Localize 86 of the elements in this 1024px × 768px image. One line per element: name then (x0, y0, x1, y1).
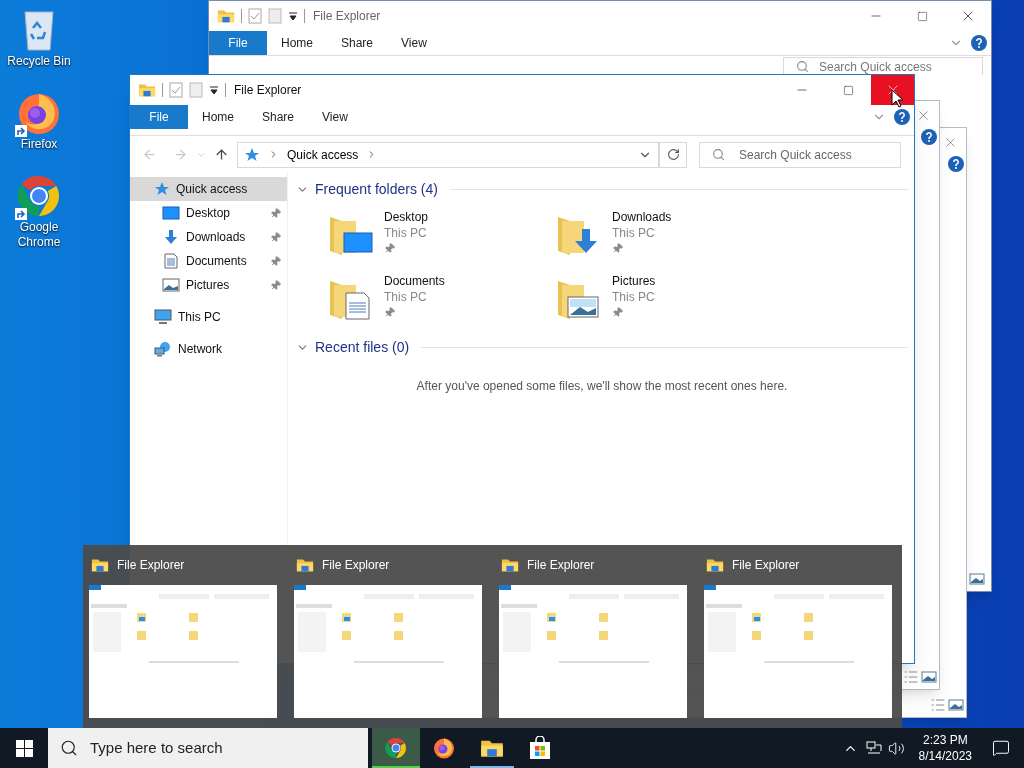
maximize-icon (916, 10, 928, 22)
empty-message: After you've opened some files, we'll show the most recent ones here. (415, 378, 789, 395)
nav-item[interactable]: Quick access (130, 177, 287, 201)
desktop-icon (162, 206, 180, 220)
details-view-icon[interactable] (904, 671, 918, 683)
firefox-icon (432, 736, 456, 760)
clock[interactable]: 2:23 PM 8/14/2023 (912, 732, 978, 764)
close-button[interactable] (871, 75, 914, 105)
refresh-icon (666, 148, 680, 161)
desktop-icon-label[interactable]: Recycle Bin (3, 54, 75, 69)
ribbon-tab[interactable]: Share (327, 31, 388, 55)
help-icon[interactable] (971, 35, 987, 51)
address-bar[interactable]: Quick access (237, 141, 659, 168)
folder-tile[interactable]: Pictures This PC (556, 273, 766, 325)
nav-item[interactable]: Network (130, 337, 287, 361)
refresh-button[interactable] (659, 141, 687, 168)
folder-name: Desktop (384, 209, 429, 225)
nav-item[interactable]: Documents (130, 249, 287, 273)
network-icon (154, 341, 172, 357)
file-tab[interactable]: File (209, 31, 267, 55)
volume-icon[interactable] (887, 739, 905, 757)
notifications-icon[interactable] (992, 739, 1010, 757)
large-icons-view-icon[interactable] (921, 671, 937, 683)
help-icon[interactable] (948, 156, 964, 172)
taskbar-search-field[interactable]: Type here to search (48, 728, 368, 768)
window-title: File Explorer (313, 8, 381, 25)
section-header[interactable]: Recent files (0) (315, 336, 410, 358)
large-icons-view-icon[interactable] (969, 573, 985, 585)
section-header[interactable]: Frequent folders (4) (315, 178, 438, 200)
folder-name: Downloads (612, 209, 672, 225)
folder-location: This PC (384, 225, 428, 241)
download-icon (163, 229, 179, 245)
store-icon (528, 736, 552, 760)
up-button[interactable] (214, 147, 229, 162)
folder-tile[interactable]: Documents This PC (328, 273, 538, 325)
breadcrumb-item[interactable]: Quick access (287, 145, 359, 164)
cursor-icon (891, 89, 903, 108)
star-icon (244, 146, 260, 163)
ribbon-tab[interactable]: View (308, 105, 362, 129)
window-thumbnail[interactable]: File Explorer (704, 545, 892, 728)
star-icon (154, 181, 170, 197)
window-thumbnail[interactable]: File Explorer (499, 545, 687, 728)
nav-item[interactable]: Desktop (130, 201, 287, 225)
desktop-icon-label[interactable]: Firefox (3, 137, 75, 152)
ribbon-tab[interactable]: View (387, 31, 441, 55)
window-thumbnail[interactable]: File Explorer (89, 545, 277, 728)
picture-icon (162, 278, 180, 292)
folder-location: This PC (612, 289, 656, 305)
customize-caret-icon[interactable] (209, 85, 219, 95)
ribbon-tab[interactable]: Home (188, 105, 248, 129)
folder-location: This PC (612, 225, 656, 241)
thumbnail-title: File Explorer (322, 557, 390, 574)
large-icons-view-icon[interactable] (948, 699, 964, 711)
ribbon-tab[interactable]: Home (267, 31, 327, 55)
maximize-icon (842, 84, 854, 96)
nav-item[interactable]: Pictures (130, 273, 287, 297)
computer-icon (154, 309, 172, 325)
nav-item[interactable]: Downloads (130, 225, 287, 249)
nav-item[interactable]: This PC (130, 305, 287, 329)
chrome-icon (384, 736, 408, 760)
file-tab[interactable]: File (130, 105, 188, 129)
folder-name: Documents (384, 273, 445, 289)
windows-logo-icon (15, 739, 33, 757)
folder-tile[interactable]: Downloads This PC (556, 209, 766, 261)
window-title: File Explorer (234, 82, 302, 99)
window-thumbnail[interactable]: File Explorer (294, 545, 482, 728)
help-icon[interactable] (921, 129, 937, 145)
desktop-icon-label[interactable]: Google Chrome (3, 220, 75, 250)
search-field[interactable]: Search Quick access (699, 141, 901, 168)
properties-icon[interactable] (248, 8, 262, 24)
thumbnail-title: File Explorer (732, 557, 800, 574)
search-icon (796, 60, 809, 73)
properties-icon[interactable] (169, 82, 183, 98)
ribbon-tab[interactable]: Share (248, 105, 309, 129)
details-view-icon[interactable] (931, 699, 945, 711)
network-icon[interactable] (865, 741, 882, 755)
folder-name: Pictures (612, 273, 656, 289)
thumbnail-title: File Explorer (527, 557, 595, 574)
folder-tile[interactable]: Desktop This PC (328, 209, 538, 261)
document-icon (164, 253, 178, 269)
thumbnail-title: File Explorer (117, 557, 185, 574)
folder-location: This PC (384, 289, 428, 305)
search-icon (60, 739, 78, 757)
search-icon (712, 148, 725, 161)
help-icon[interactable] (894, 109, 910, 125)
customize-caret-icon[interactable] (288, 11, 298, 21)
